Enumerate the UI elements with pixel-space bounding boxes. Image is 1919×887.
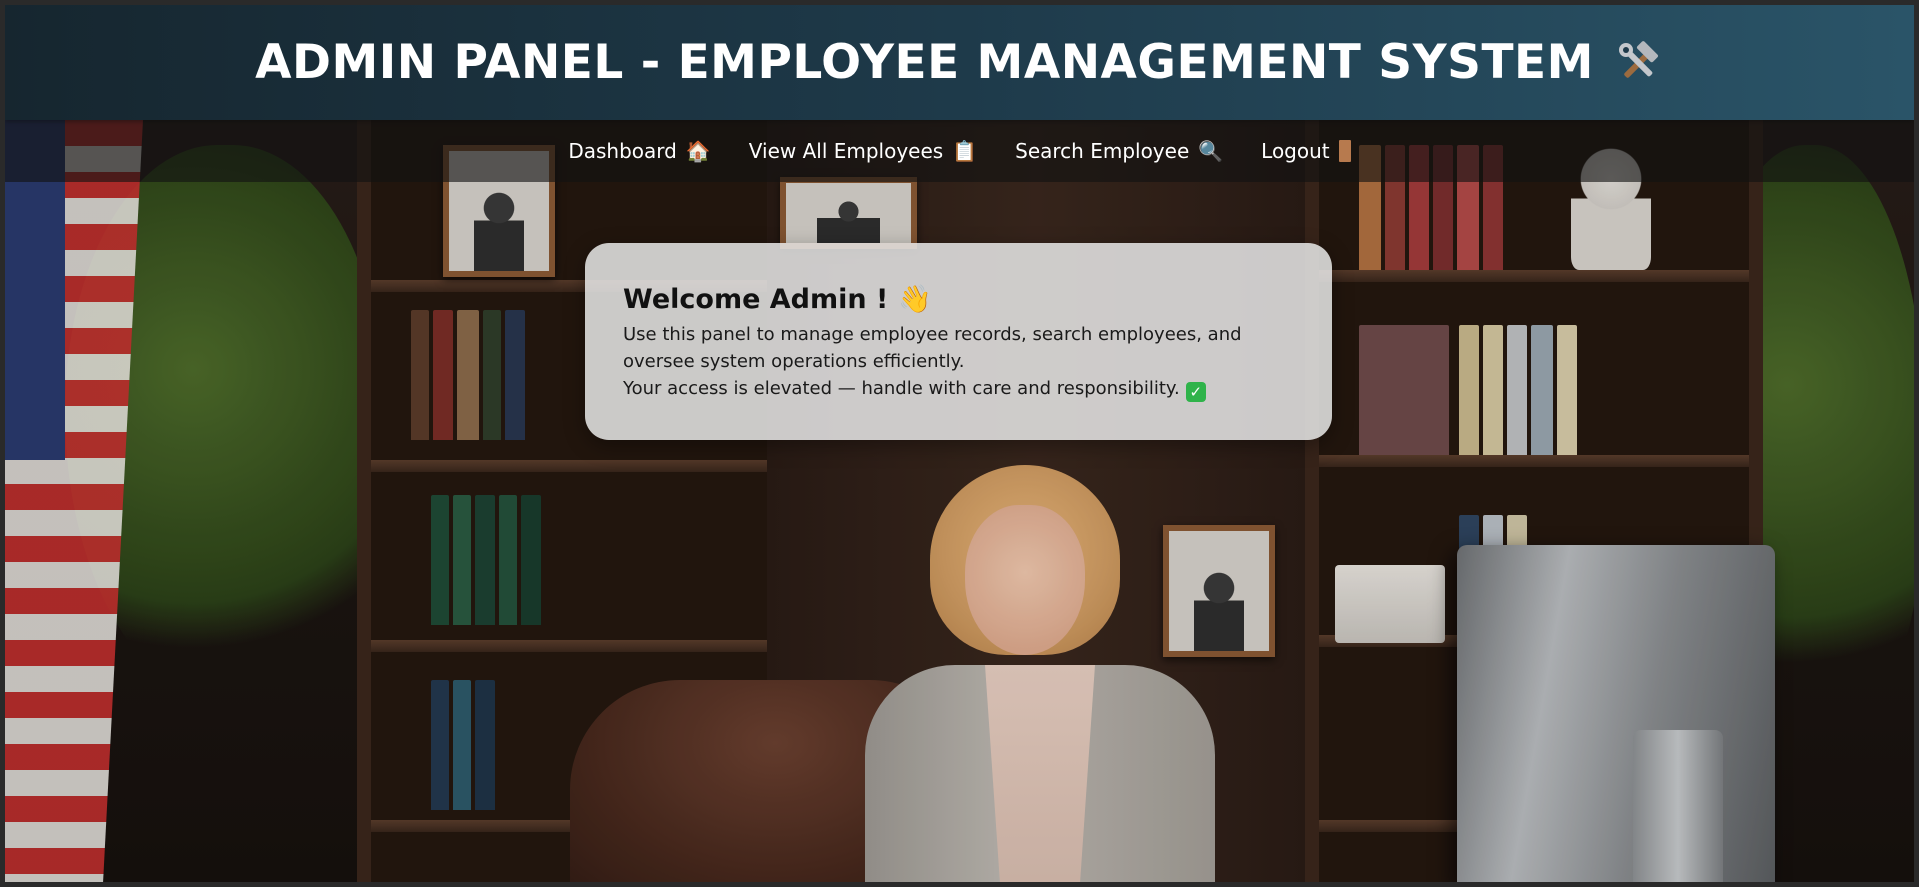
waving-hand-icon: 👋 <box>898 284 932 315</box>
house-icon: 🏠 <box>685 139 711 163</box>
door-icon <box>1338 140 1351 162</box>
magnifier-icon: 🔍 <box>1198 139 1224 163</box>
page-title: ADMIN PANEL - EMPLOYEE MANAGEMENT SYSTEM <box>255 35 1664 90</box>
welcome-line-2: Your access is elevated — handle with ca… <box>623 378 1180 399</box>
nav-view-all-employees[interactable]: View All Employees 📋 <box>747 133 979 169</box>
app-header: ADMIN PANEL - EMPLOYEE MANAGEMENT SYSTEM <box>5 5 1914 120</box>
welcome-heading-text: Welcome Admin ! <box>623 283 889 315</box>
nav-logout-label: Logout <box>1261 139 1330 163</box>
welcome-heading: Welcome Admin ! 👋 <box>623 283 1294 316</box>
nav-dashboard-label: Dashboard <box>568 139 677 163</box>
welcome-line-1: Use this panel to manage employee record… <box>623 324 1242 372</box>
check-mark-icon: ✓ <box>1185 382 1206 402</box>
nav-logout[interactable]: Logout <box>1259 133 1352 169</box>
clipboard-icon: 📋 <box>952 139 978 163</box>
tools-icon <box>1618 40 1658 78</box>
main-nav: Dashboard 🏠 View All Employees 📋 Search … <box>5 120 1914 182</box>
nav-search-employee-label: Search Employee <box>1015 139 1190 163</box>
page-title-text: ADMIN PANEL - EMPLOYEE MANAGEMENT SYSTEM <box>255 35 1594 90</box>
welcome-description: Use this panel to manage employee record… <box>623 321 1294 402</box>
welcome-card: Welcome Admin ! 👋 Use this panel to mana… <box>585 243 1332 440</box>
nav-search-employee[interactable]: Search Employee 🔍 <box>1013 133 1225 169</box>
app-frame: ADMIN PANEL - EMPLOYEE MANAGEMENT SYSTEM… <box>5 5 1914 882</box>
nav-dashboard[interactable]: Dashboard 🏠 <box>566 133 712 169</box>
nav-view-all-employees-label: View All Employees <box>748 139 944 163</box>
